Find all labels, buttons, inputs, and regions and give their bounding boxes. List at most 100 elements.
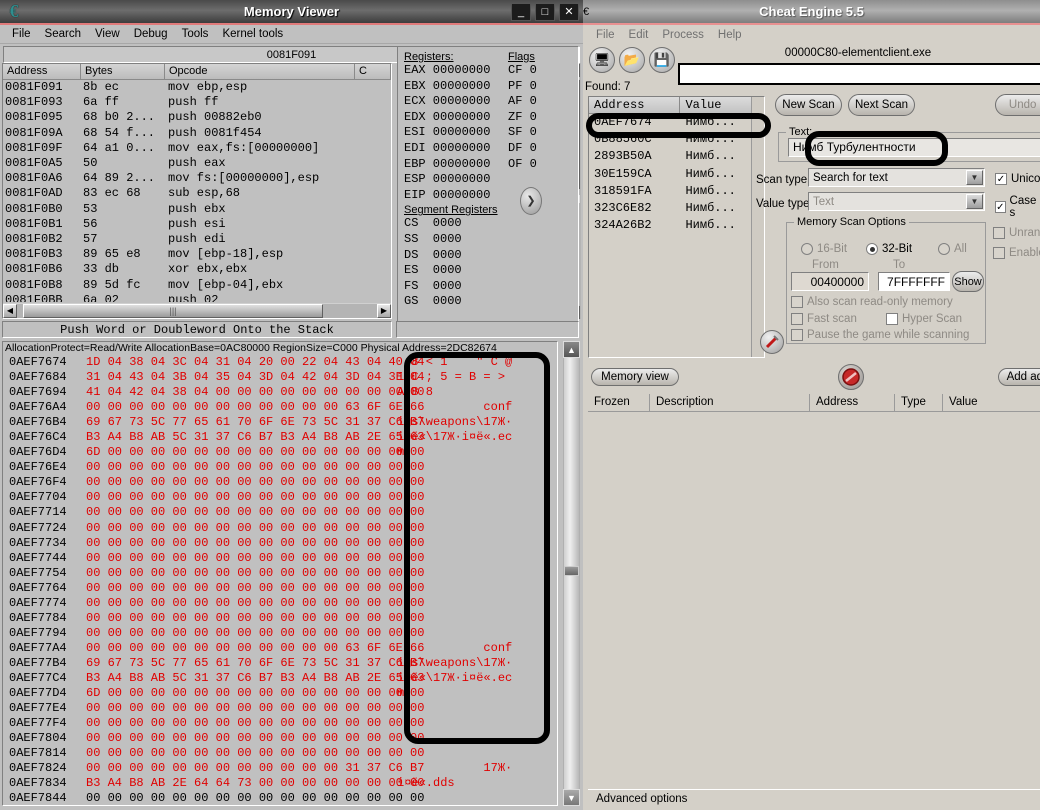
stop-sign-icon[interactable] — [838, 364, 864, 390]
hex-dump-vscrollbar[interactable]: ▲ ▼ — [563, 341, 580, 806]
checkbox-box[interactable]: ✓ — [995, 173, 1007, 185]
segment-register-row[interactable]: CS 0000 — [404, 216, 578, 232]
maximize-icon[interactable]: □ — [535, 2, 555, 21]
checkbox-box[interactable] — [993, 227, 1005, 239]
hex-dump-row[interactable]: 0AEF77C4 B3 A4 B8 AB 5C 31 37 C6 B7 B3 A4… — [3, 671, 557, 686]
register-row[interactable]: EDX 00000000 — [404, 110, 578, 126]
enable-speedhack-checkbox[interactable]: Enable — [993, 247, 1040, 259]
hex-dump-row[interactable]: 0AEF7774 00 00 00 00 00 00 00 00 00 00 00… — [3, 596, 557, 611]
advanced-options-bar[interactable]: Advanced options — [588, 789, 1040, 808]
hex-dump-row[interactable]: 0AEF77A4 00 00 00 00 00 00 00 00 00 00 00… — [3, 641, 557, 656]
flag-row[interactable]: SF 0 — [508, 125, 537, 141]
hex-dump-row[interactable]: 0AEF76E4 00 00 00 00 00 00 00 00 00 00 00… — [3, 460, 557, 475]
hex-dump-row[interactable]: 0AEF7694 41 04 42 04 38 04 00 00 00 00 00… — [3, 385, 557, 400]
scan-to-input[interactable]: 7FFFFFFF — [878, 272, 950, 291]
flag-row[interactable]: CF 0 — [508, 63, 537, 79]
disassembly-row[interactable]: 0081F0BB 6a 02 push 02 — [3, 293, 391, 302]
disassembly-row[interactable]: 0081F0B8 89 5d fc mov [ebp-04],ebx — [3, 278, 391, 293]
hex-dump-row[interactable]: 0AEF7814 00 00 00 00 00 00 00 00 00 00 00… — [3, 746, 557, 761]
hex-dump-row[interactable]: 0AEF76C4 B3 A4 B8 AB 5C 31 37 C6 B7 B3 A4… — [3, 430, 557, 445]
hex-dump-row[interactable]: 0AEF7784 00 00 00 00 00 00 00 00 00 00 00… — [3, 611, 557, 626]
hex-dump-row[interactable]: 0AEF76F4 00 00 00 00 00 00 00 00 00 00 00… — [3, 475, 557, 490]
hex-dump-row[interactable]: 0AEF7714 00 00 00 00 00 00 00 00 00 00 00… — [3, 505, 557, 520]
hex-dump-row[interactable]: 0AEF77D4 6D 00 00 00 00 00 00 00 00 00 00… — [3, 686, 557, 701]
syringe-icon[interactable] — [760, 330, 784, 354]
radio-16bit[interactable]: 16-Bit — [801, 243, 847, 255]
radio-box[interactable] — [866, 243, 878, 255]
case-sensitive-checkbox[interactable]: ✓ Case s — [995, 195, 1040, 219]
disassembly-row[interactable]: 0081F0B1 56 push esi — [3, 217, 391, 232]
show-regions-button[interactable]: Show — [952, 271, 984, 292]
segment-register-row[interactable]: GS 0000 — [404, 294, 578, 310]
hyper-scan-checkbox[interactable]: Hyper Scan — [886, 313, 962, 325]
column-header-value[interactable]: Value — [943, 394, 1038, 412]
disassembly-row[interactable]: 0081F0B3 89 65 e8 mov [ebp-18],esp — [3, 247, 391, 262]
register-row[interactable]: EBP 00000000 — [404, 157, 578, 173]
scan-result-row[interactable]: 0B88560C Нимб... — [589, 131, 764, 148]
chevron-down-icon[interactable]: ▼ — [966, 194, 983, 209]
chevron-right-icon[interactable]: ❯ — [520, 187, 542, 215]
column-header-type[interactable]: Type — [895, 393, 943, 412]
hex-dump-row[interactable]: 0AEF7844 00 00 00 00 00 00 00 00 00 00 00… — [3, 791, 557, 805]
scan-result-row[interactable]: 2893B50A Нимб... — [589, 148, 764, 165]
save-file-icon[interactable]: 💾 — [649, 47, 675, 73]
radio-32bit[interactable]: 32-Bit — [866, 243, 912, 255]
register-row[interactable]: ESP 00000000 — [404, 172, 578, 188]
menu-item-search[interactable]: Search — [38, 27, 88, 41]
open-file-icon[interactable]: 📂 — [619, 47, 645, 73]
register-row[interactable]: EDI 00000000 — [404, 141, 578, 157]
register-row[interactable]: ECX 00000000 — [404, 94, 578, 110]
close-icon[interactable]: ✕ — [559, 2, 579, 21]
checkbox-box[interactable] — [791, 313, 803, 325]
disassembly-row[interactable]: 0081F091 8b ec mov ebp,esp — [3, 80, 391, 95]
disassembly-row[interactable]: 0081F093 6a ff push ff — [3, 95, 391, 110]
menu-item-process[interactable]: Process — [655, 28, 711, 42]
hex-dump-row[interactable]: 0AEF77E4 00 00 00 00 00 00 00 00 00 00 00… — [3, 701, 557, 716]
value-type-combo[interactable]: Text ▼ — [808, 192, 985, 211]
menu-item-view[interactable]: View — [88, 27, 127, 41]
segment-register-row[interactable]: FS 0000 — [404, 279, 578, 295]
checkbox-box[interactable]: ✓ — [995, 201, 1006, 213]
checkbox-box[interactable] — [791, 329, 803, 341]
hex-dump-row[interactable]: 0AEF7684 31 04 43 04 3B 04 35 04 3D 04 42… — [3, 370, 557, 385]
open-process-icon[interactable]: 🖥 — [589, 47, 615, 73]
hex-dump-row[interactable]: 0AEF7674 1D 04 38 04 3C 04 31 04 20 00 22… — [3, 355, 557, 370]
segment-register-row[interactable]: DS 0000 — [404, 248, 578, 264]
column-header-frozen[interactable]: Frozen — [588, 393, 650, 412]
scan-result-row[interactable]: 318591FA Нимб... — [589, 183, 764, 200]
hex-vscroll-thumb[interactable] — [564, 566, 579, 576]
scroll-left-icon[interactable]: ◀ — [3, 303, 17, 318]
process-input[interactable] — [678, 63, 1040, 85]
radio-box[interactable] — [801, 243, 813, 255]
hex-dump-row[interactable]: 0AEF76B4 69 67 73 5C 77 65 61 70 6F 6E 73… — [3, 415, 557, 430]
add-address-button[interactable]: Add add — [998, 368, 1040, 386]
unrandomizer-checkbox[interactable]: Unrand — [993, 227, 1040, 239]
menu-item-debug[interactable]: Debug — [127, 27, 175, 41]
memory-view-button[interactable]: Memory view — [591, 368, 679, 386]
hex-dump-row[interactable]: 0AEF7834 B3 A4 B8 AB 2E 64 64 73 00 00 00… — [3, 776, 557, 791]
pause-game-checkbox[interactable]: Pause the game while scanning — [791, 329, 969, 341]
disassembly-row[interactable]: 0081F0AD 83 ec 68 sub esp,68 — [3, 186, 391, 201]
undo-scan-button[interactable]: Undo sc — [995, 94, 1040, 116]
hscroll-track[interactable]: ||| — [17, 303, 377, 318]
radio-box[interactable] — [938, 243, 950, 255]
menu-item-edit[interactable]: Edit — [622, 28, 656, 42]
column-header-address[interactable]: Address — [810, 393, 895, 412]
scroll-right-icon[interactable]: ▶ — [377, 303, 391, 318]
segment-register-row[interactable]: SS 0000 — [404, 232, 578, 248]
disassembly-row[interactable]: 0081F0A6 64 89 2... mov fs:[00000000],esp — [3, 171, 391, 186]
scan-results-scrollbar[interactable] — [751, 97, 764, 357]
register-row[interactable]: ESI 00000000 — [404, 125, 578, 141]
hex-dump-row[interactable]: 0AEF7804 00 00 00 00 00 00 00 00 00 00 00… — [3, 731, 557, 746]
hex-dump-row[interactable]: 0AEF7764 00 00 00 00 00 00 00 00 00 00 00… — [3, 581, 557, 596]
scan-result-row[interactable]: 323C6E82 Нимб... — [589, 200, 764, 217]
column-header-description[interactable]: Description — [650, 393, 810, 412]
scan-type-combo[interactable]: Search for text ▼ — [808, 168, 985, 187]
minimize-icon[interactable]: _ — [511, 2, 531, 21]
scan-results-list[interactable]: Address Value 0AEF7674 Нимб... 0B88560C Ним… — [588, 96, 765, 358]
fast-scan-checkbox[interactable]: Fast scan — [791, 313, 857, 325]
column-header-opcode[interactable]: Opcode — [165, 64, 355, 80]
hscroll-thumb[interactable]: ||| — [23, 303, 323, 318]
scan-result-row[interactable]: 324A26B2 Нимб... — [589, 217, 764, 234]
menu-item-tools[interactable]: Tools — [175, 27, 216, 41]
